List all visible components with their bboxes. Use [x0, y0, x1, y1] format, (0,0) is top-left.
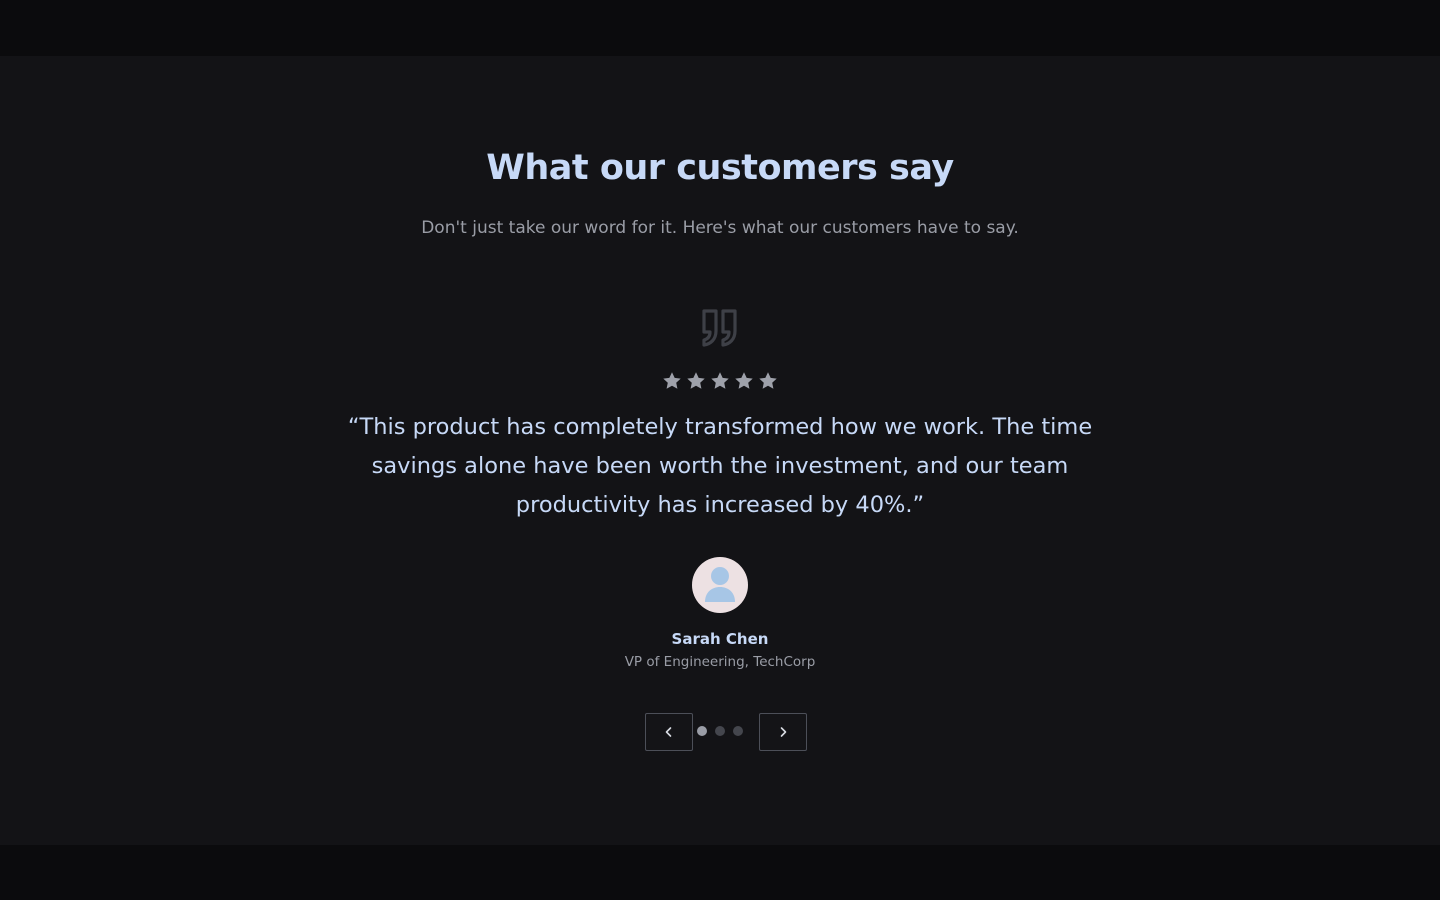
author-role: VP of Engineering, TechCorp — [624, 654, 816, 670]
star-icon — [663, 372, 681, 389]
star-icon — [735, 372, 753, 389]
star-rating — [660, 370, 780, 394]
avatar — [692, 557, 748, 613]
star-icon — [759, 372, 777, 389]
star-icon — [711, 372, 729, 389]
testimonial-quote: “This product has completely transformed… — [347, 414, 1093, 518]
previous-testimonial-button[interactable] — [645, 713, 693, 751]
chevron-right-icon — [780, 727, 787, 737]
section-title: What our customers say — [486, 148, 954, 188]
star-icon — [687, 372, 705, 389]
carousel-dot-1[interactable] — [697, 726, 707, 736]
carousel-dot-3[interactable] — [733, 726, 743, 736]
quote-icon — [702, 309, 737, 347]
section-subtitle: Don't just take our word for it. Here's … — [421, 218, 1019, 238]
bottom-band — [0, 845, 1440, 900]
next-testimonial-button[interactable] — [759, 713, 807, 751]
chevron-left-icon — [665, 727, 672, 737]
carousel-dot-2[interactable] — [715, 726, 725, 736]
user-avatar-icon — [705, 567, 735, 602]
author-name: Sarah Chen — [671, 630, 769, 648]
top-band — [0, 0, 1440, 56]
